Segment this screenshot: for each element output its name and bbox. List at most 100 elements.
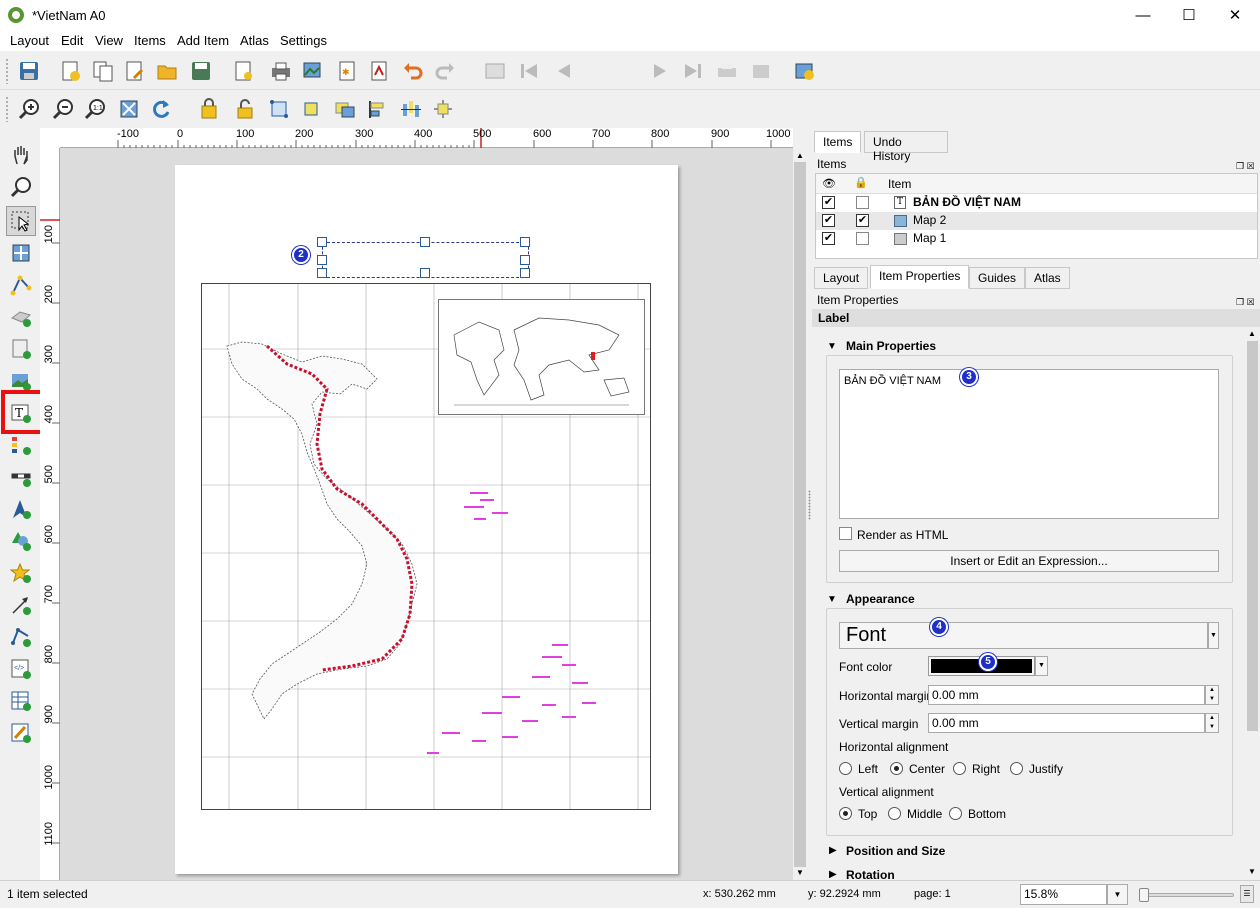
align-right-radio[interactable] <box>953 762 966 775</box>
previous-feature-icon[interactable] <box>550 58 576 84</box>
dock-buttons[interactable]: ❐ ☒ <box>1236 158 1258 171</box>
add-north-arrow-icon[interactable] <box>8 496 34 522</box>
duplicate-layout-icon[interactable] <box>90 58 116 84</box>
rotation-header[interactable]: Rotation <box>846 868 895 880</box>
export-svg-icon[interactable]: ✱ <box>334 58 360 84</box>
render-html-checkbox[interactable] <box>839 527 852 540</box>
move-content-icon[interactable] <box>8 240 34 266</box>
atlas-settings-icon[interactable] <box>792 58 818 84</box>
export-atlas-icon[interactable] <box>748 58 774 84</box>
horizontal-margin-spinner[interactable]: ▲ ▼ <box>1205 685 1219 705</box>
splitter-handle[interactable] <box>808 490 811 520</box>
font-dropdown-arrow[interactable]: ▼ <box>1208 622 1219 649</box>
zoom-out-icon[interactable] <box>50 96 76 122</box>
pan-hand-icon[interactable] <box>8 142 34 168</box>
toolbar-grip[interactable] <box>5 58 9 84</box>
visibility-checkbox[interactable]: ✔ <box>822 196 835 209</box>
save-as-template-icon[interactable] <box>188 58 214 84</box>
tab-undo-history[interactable]: Undo History <box>864 131 948 163</box>
lock-checkbox[interactable] <box>856 196 869 209</box>
menu-settings[interactable]: Settings <box>280 33 327 48</box>
distribute-items-icon[interactable] <box>398 96 424 122</box>
zoom-slider-handle[interactable] <box>1139 888 1149 902</box>
lock-checkbox[interactable] <box>856 232 869 245</box>
label-text-editor[interactable]: BẢN ĐỒ VIỆT NAM <box>839 369 1219 519</box>
resize-items-icon[interactable] <box>430 96 456 122</box>
minimize-button[interactable]: — <box>1120 0 1166 31</box>
collapse-arrow-icon[interactable]: ▼ <box>827 341 837 352</box>
align-bottom-radio[interactable] <box>949 807 962 820</box>
dock-buttons[interactable]: ❐ ☒ <box>1236 294 1258 307</box>
select-move-icon[interactable] <box>6 206 36 236</box>
menu-add-item[interactable]: Add Item <box>177 33 229 48</box>
font-button[interactable]: Font <box>839 622 1208 649</box>
add-legend-icon[interactable] <box>8 432 34 458</box>
first-feature-icon[interactable] <box>516 58 542 84</box>
save-icon[interactable] <box>16 58 42 84</box>
zoom-slider[interactable] <box>1139 888 1234 902</box>
item-row[interactable]: ✔ T BẢN ĐỒ VIỆT NAM <box>816 194 1257 212</box>
visibility-checkbox[interactable]: ✔ <box>822 214 835 227</box>
tab-items[interactable]: Items <box>814 131 862 153</box>
zoom-in-icon[interactable] <box>16 96 42 122</box>
next-feature-icon[interactable] <box>648 58 674 84</box>
close-button[interactable]: ✕ <box>1212 0 1258 31</box>
add-pages-icon[interactable] <box>230 58 256 84</box>
selected-label-item[interactable] <box>317 237 530 278</box>
zoom-full-icon[interactable] <box>116 96 142 122</box>
horizontal-margin-input[interactable]: 0.00 mm <box>928 685 1205 705</box>
add-attribute-table-icon[interactable] <box>8 688 34 714</box>
menu-items[interactable]: Items <box>134 33 166 48</box>
zoom-level-dropdown[interactable]: ▼ <box>1107 884 1128 905</box>
align-left-radio[interactable] <box>839 762 852 775</box>
messages-icon[interactable]: ☰ <box>1240 885 1254 903</box>
export-image-icon[interactable] <box>300 58 326 84</box>
font-color-dropdown-arrow[interactable]: ▼ <box>1035 656 1048 676</box>
add-scalebar-icon[interactable] <box>8 464 34 490</box>
add-html-icon[interactable]: </> <box>8 656 34 682</box>
add-map-icon[interactable] <box>8 336 34 362</box>
align-middle-radio[interactable] <box>888 807 901 820</box>
select-all-icon[interactable] <box>266 96 292 122</box>
redo-icon[interactable] <box>432 58 458 84</box>
insert-expression-button[interactable]: Insert or Edit an Expression... <box>839 550 1219 572</box>
add-3d-map-icon[interactable] <box>8 304 34 330</box>
group-items-icon[interactable] <box>298 96 324 122</box>
add-shape-icon[interactable] <box>8 528 34 554</box>
tab-item-properties[interactable]: Item Properties <box>870 265 970 289</box>
atlas-preview-icon[interactable] <box>482 58 508 84</box>
align-items-icon[interactable] <box>364 96 390 122</box>
vertical-margin-input[interactable]: 0.00 mm <box>928 713 1205 733</box>
lock-checkbox[interactable]: ✔ <box>856 214 869 227</box>
maximize-button[interactable]: ☐ <box>1166 0 1212 31</box>
unlock-items-icon[interactable] <box>232 96 258 122</box>
add-fixed-table-icon[interactable] <box>8 720 34 746</box>
vertical-margin-spinner[interactable]: ▲ ▼ <box>1205 713 1219 733</box>
add-arrow-icon[interactable] <box>8 592 34 618</box>
canvas-vertical-scrollbar[interactable]: ▲ ▼ <box>793 148 807 880</box>
menu-view[interactable]: View <box>95 33 123 48</box>
item-row[interactable]: ✔ ✔ Map 2 <box>816 212 1257 230</box>
edit-nodes-icon[interactable] <box>8 272 34 298</box>
print-icon[interactable] <box>268 58 294 84</box>
layout-manager-icon[interactable] <box>122 58 148 84</box>
main-properties-header[interactable]: Main Properties <box>846 339 936 353</box>
zoom-actual-icon[interactable]: 1:1 <box>82 96 108 122</box>
align-justify-radio[interactable] <box>1010 762 1023 775</box>
properties-scrollbar[interactable]: ▲ ▼ <box>1246 327 1259 880</box>
toolbar-grip[interactable] <box>5 96 9 122</box>
align-center-radio[interactable] <box>890 762 903 775</box>
lock-items-icon[interactable] <box>198 96 224 122</box>
last-feature-icon[interactable] <box>680 58 706 84</box>
zoom-tool-icon[interactable] <box>8 174 34 200</box>
position-size-header[interactable]: Position and Size <box>846 844 945 858</box>
map-2-item[interactable] <box>438 299 645 415</box>
align-top-radio[interactable] <box>839 807 852 820</box>
expand-arrow-icon[interactable]: ▶ <box>829 845 837 856</box>
appearance-header[interactable]: Appearance <box>846 592 915 606</box>
layout-canvas[interactable]: 2 <box>60 148 793 880</box>
print-atlas-icon[interactable] <box>714 58 740 84</box>
refresh-icon[interactable] <box>148 96 174 122</box>
menu-atlas[interactable]: Atlas <box>240 33 269 48</box>
tab-atlas[interactable]: Atlas <box>1025 267 1070 289</box>
